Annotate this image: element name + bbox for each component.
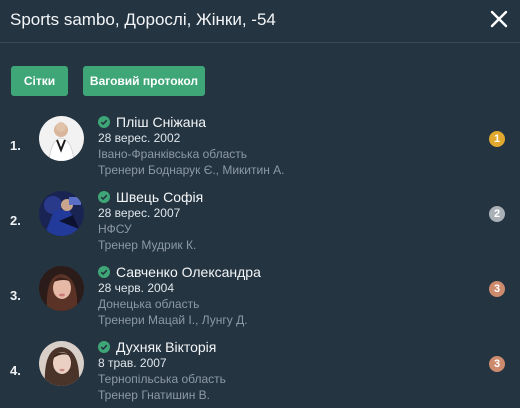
avatar — [39, 116, 84, 161]
place-number: 4. — [10, 363, 21, 378]
medal-badge: 3 — [489, 281, 505, 297]
coaches: Тренери Боднарук Є., Микитин А. — [98, 163, 285, 177]
coaches: Тренери Мацай І., Лунгу Д. — [98, 313, 248, 327]
avatar — [39, 191, 84, 236]
verified-check-icon — [98, 266, 110, 278]
athlete-row[interactable]: 1. Пліш Сніжана 28 верес. 2002 Івано-Фра… — [0, 114, 520, 186]
athlete-row[interactable]: 3. Савченко Олександра 28 черв. 2004 Дон… — [0, 264, 520, 336]
region: НФСУ — [98, 222, 132, 236]
modal-title: Sports sambo, Дорослі, Жінки, -54 — [10, 10, 276, 29]
verified-check-icon — [98, 116, 110, 128]
athlete-name[interactable]: Духняк Вікторія — [116, 339, 216, 355]
athlete-name[interactable]: Савченко Олександра — [116, 264, 261, 280]
birth-date: 8 трав. 2007 — [98, 356, 167, 370]
region: Івано-Франківська область — [98, 147, 248, 161]
place-number: 1. — [10, 138, 21, 153]
birth-date: 28 верес. 2007 — [98, 206, 181, 220]
close-icon — [490, 10, 508, 28]
coaches: Тренер Мудрик К. — [98, 238, 197, 252]
athlete-name[interactable]: Швець Софія — [116, 189, 203, 205]
athlete-row[interactable]: 4. Духняк Вікторія 8 трав. 2007 Тернопіл… — [0, 339, 520, 408]
medal-badge: 1 — [489, 131, 505, 147]
place-number: 2. — [10, 213, 21, 228]
place-number: 3. — [10, 288, 21, 303]
coaches: Тренер Гнатишин В. — [98, 388, 211, 402]
medal-badge: 2 — [489, 206, 505, 222]
weight-protocol-button[interactable]: Ваговий протокол — [83, 66, 205, 96]
region: Тернопільська область — [98, 372, 226, 386]
athlete-row[interactable]: 2. Швець Софія 28 верес. 2007 НФСУ Трене… — [0, 189, 520, 261]
modal-header: Sports sambo, Дорослі, Жінки, -54 — [0, 0, 520, 43]
verified-check-icon — [98, 341, 110, 353]
avatar — [39, 341, 84, 386]
grids-button[interactable]: Сітки — [11, 66, 68, 96]
verified-check-icon — [98, 191, 110, 203]
athlete-name[interactable]: Пліш Сніжана — [116, 114, 206, 130]
birth-date: 28 верес. 2002 — [98, 131, 181, 145]
avatar — [39, 266, 84, 311]
region: Донецька область — [98, 297, 200, 311]
close-button[interactable] — [486, 6, 512, 32]
results-modal: Sports sambo, Дорослі, Жінки, -54 Сітки … — [0, 0, 520, 408]
medal-badge: 3 — [489, 356, 505, 372]
birth-date: 28 черв. 2004 — [98, 281, 175, 295]
